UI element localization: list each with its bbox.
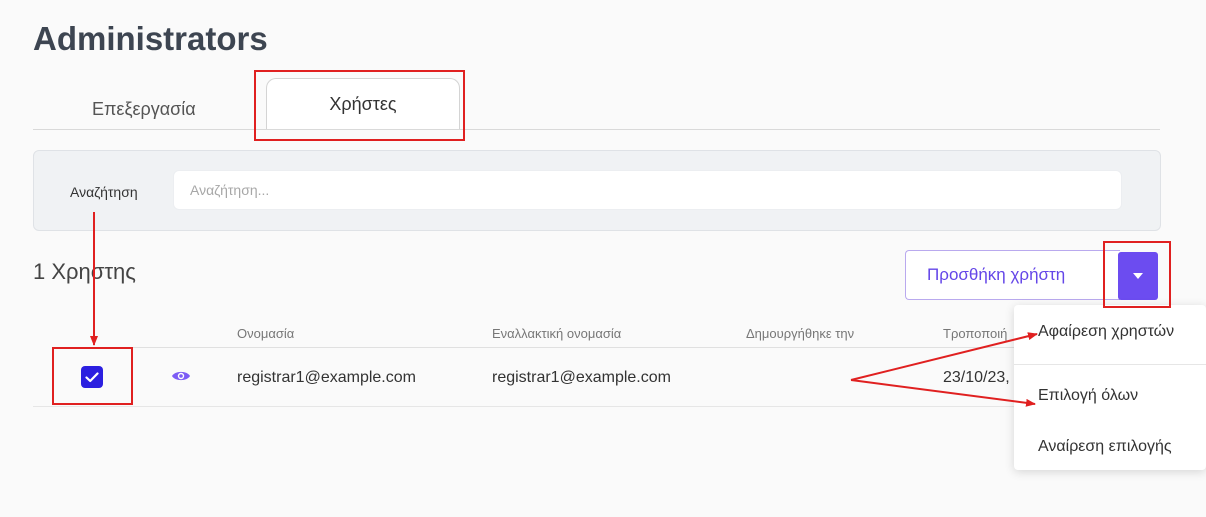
table-header-divider: [70, 347, 1160, 348]
menu-item-remove-users[interactable]: Αφαίρεση χρηστών: [1038, 323, 1174, 341]
cell-modified: 23/10/23,: [943, 369, 1010, 386]
column-header-name[interactable]: Ονομασία: [237, 326, 294, 341]
highlight-users-tab: [254, 70, 465, 141]
menu-item-select-all[interactable]: Επιλογή όλων: [1038, 387, 1138, 405]
column-header-alt-name[interactable]: Εναλλακτική ονομασία: [492, 326, 621, 341]
highlight-dropdown-button: [1103, 241, 1171, 308]
tabs-divider: [33, 129, 1160, 130]
eye-icon[interactable]: [171, 369, 191, 383]
cell-alt-name: registrar1@example.com: [492, 369, 671, 386]
actions-dropdown-menu: Αφαίρεση χρηστών Επιλογή όλων Αναίρεση ε…: [1014, 305, 1206, 470]
user-count: 1 Χρηστης: [33, 259, 136, 284]
add-user-button[interactable]: Προσθήκη χρήστη: [905, 250, 1120, 300]
table-row-divider: [33, 406, 1160, 407]
column-header-created[interactable]: Δημουργήθηκε την: [746, 326, 854, 341]
search-label: Αναζήτηση: [70, 184, 138, 200]
add-user-label: Προσθήκη χρήστη: [927, 265, 1066, 284]
cell-name[interactable]: registrar1@example.com: [237, 369, 416, 387]
page-title: Administrators: [33, 20, 268, 57]
search-input[interactable]: [173, 170, 1122, 210]
column-header-modified[interactable]: Τροποποιή: [943, 326, 1007, 341]
menu-item-deselect[interactable]: Αναίρεση επιλογής: [1038, 438, 1172, 456]
menu-divider: [1014, 364, 1206, 365]
tab-edit[interactable]: Επεξεργασία: [92, 99, 196, 120]
highlight-checkbox: [52, 347, 133, 405]
